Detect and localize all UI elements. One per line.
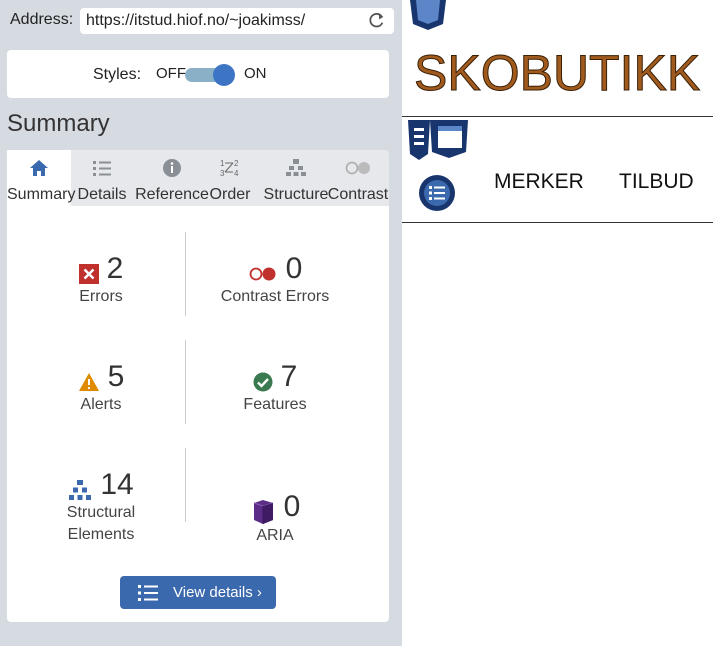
summary-heading: Summary	[7, 110, 110, 137]
tab-summary[interactable]: Summary	[7, 150, 76, 206]
summary-card: 2 Errors 0 Contrast Errors 5 Alerts 7 Fe…	[7, 206, 389, 622]
info-icon	[163, 159, 181, 177]
wave-sidebar: Address: Styles: OFF ON Summary Summary …	[0, 0, 402, 646]
tab-label: Details	[77, 186, 127, 203]
tab-label: Structure	[263, 186, 329, 203]
list-menu-icon[interactable]	[418, 174, 456, 212]
aria-label: ARIA	[256, 526, 294, 544]
tab-label: Summary	[7, 186, 76, 203]
features-label: Features	[243, 396, 307, 413]
view-details-label: View details ›	[173, 584, 262, 601]
aria-cube-icon	[253, 499, 273, 524]
aria-count: 0	[283, 490, 301, 523]
tab-reference[interactable]: Reference	[133, 150, 211, 206]
nav-link-tilbud[interactable]: TILBUD	[619, 170, 694, 194]
website-preview: SKOBUTIKK MERKER TILBUD	[402, 0, 713, 646]
error-icon	[78, 263, 99, 284]
list-icon	[138, 585, 158, 601]
nav-link-merker[interactable]: MERKER	[494, 170, 584, 194]
structure-icon	[69, 479, 92, 500]
contrast-errors-count: 0	[285, 252, 303, 285]
tab-bar: Summary Details Reference 1234 Order Str…	[7, 150, 389, 206]
alert-icon	[78, 372, 99, 391]
styles-toggle-box: Styles: OFF ON	[7, 50, 389, 98]
svg-text:2: 2	[234, 159, 239, 168]
structural-elements-stat[interactable]: 14 Structural Elements	[15, 468, 187, 546]
tab-label: Order	[209, 186, 251, 203]
styles-off-label: OFF	[156, 65, 186, 82]
view-details-button[interactable]: View details ›	[120, 576, 276, 609]
errors-count: 2	[106, 252, 124, 285]
contrast-errors-label: Contrast Errors	[220, 288, 330, 305]
structural-label-2: Elements	[67, 526, 135, 543]
tab-contrast[interactable]: Contrast	[327, 150, 389, 206]
address-input[interactable]	[86, 8, 356, 34]
alerts-stat[interactable]: 5 Alerts	[15, 360, 187, 416]
styles-on-label: ON	[244, 65, 267, 82]
alerts-label: Alerts	[80, 396, 122, 413]
features-count: 7	[280, 360, 298, 393]
nav-divider	[402, 222, 713, 223]
home-icon	[30, 160, 48, 176]
contrast-errors-stat[interactable]: 0 Contrast Errors	[189, 252, 361, 308]
svg-text:3: 3	[220, 169, 225, 178]
structural-count: 14	[100, 468, 134, 501]
tab-label: Contrast	[327, 186, 389, 203]
address-bar: Address:	[8, 8, 394, 34]
alerts-count: 5	[107, 360, 125, 393]
features-stat[interactable]: 7 Features	[189, 360, 361, 416]
tab-details[interactable]: Details	[73, 150, 131, 206]
html5-structure-icon	[408, 120, 468, 160]
header-divider	[402, 116, 713, 117]
html5-shield-icon	[410, 0, 446, 30]
structure-icon	[286, 159, 306, 176]
tab-label: Reference	[135, 186, 209, 203]
errors-stat[interactable]: 2 Errors	[15, 252, 187, 308]
contrast-icon	[345, 161, 370, 175]
svg-text:4: 4	[234, 169, 239, 178]
site-title: SKOBUTIKK	[413, 45, 701, 102]
list-icon	[93, 161, 111, 176]
structural-label: Structural	[66, 504, 136, 521]
reload-icon[interactable]	[368, 11, 386, 29]
tab-structure[interactable]: Structure	[259, 150, 333, 206]
errors-label: Errors	[79, 288, 123, 305]
styles-toggle-switch[interactable]	[185, 64, 237, 86]
tab-order[interactable]: 1234 Order	[207, 150, 253, 206]
order-icon: 1 23 4	[220, 159, 239, 178]
svg-text:1: 1	[220, 159, 225, 168]
styles-label: Styles:	[93, 66, 142, 83]
aria-stat[interactable]: 0 ARIA	[189, 490, 361, 547]
feature-check-icon	[253, 372, 273, 392]
address-label: Address:	[10, 11, 74, 28]
address-box	[80, 8, 394, 34]
contrast-error-icon	[249, 267, 276, 281]
